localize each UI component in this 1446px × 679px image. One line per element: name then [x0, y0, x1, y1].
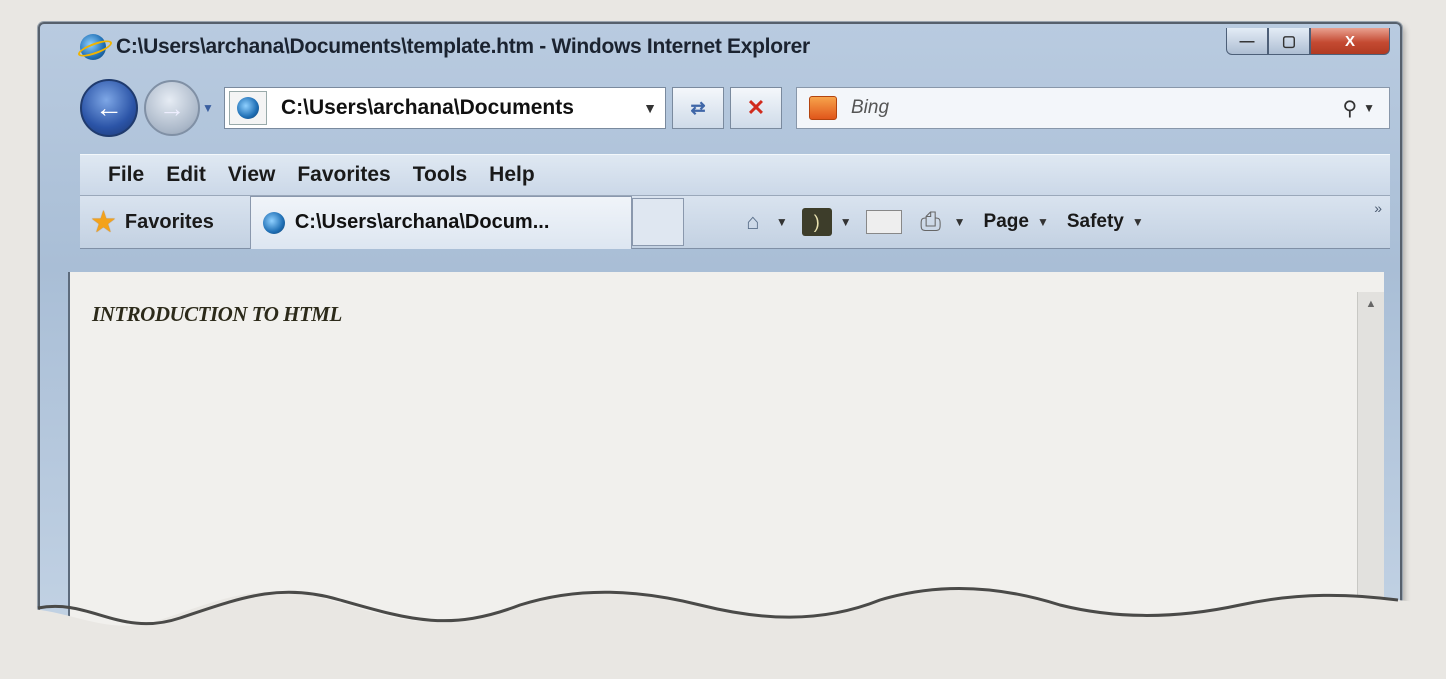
menu-tools[interactable]: Tools: [413, 163, 467, 187]
stop-button[interactable]: ✕: [730, 87, 782, 129]
more-chevron-icon[interactable]: »: [1374, 200, 1382, 216]
browser-window: C:\Users\archana\Documents\template.htm …: [38, 22, 1402, 636]
tab-current-page[interactable]: C:\Users\archana\Docum...: [249, 195, 632, 249]
page-menu-button[interactable]: Page: [984, 211, 1029, 233]
navigation-bar: ← → ▼ C:\Users\archana\Documents ▼ ⇄ ✕ B…: [80, 79, 1390, 137]
forward-button[interactable]: →: [144, 80, 200, 136]
tab-title: C:\Users\archana\Docum...: [294, 211, 550, 233]
menu-favorites[interactable]: Favorites: [297, 163, 390, 187]
favorites-button[interactable]: Favorites: [125, 211, 214, 234]
address-bar[interactable]: C:\Users\archana\Documents ▼: [224, 87, 666, 129]
search-icon[interactable]: ⚲: [1342, 96, 1357, 121]
menu-edit[interactable]: Edit: [166, 163, 206, 187]
feeds-dropdown-icon[interactable]: ▼: [840, 215, 852, 229]
page-icon: [229, 91, 267, 125]
search-input[interactable]: Bing: [851, 97, 1342, 119]
title-bar: C:\Users\archana\Documents\template.htm …: [40, 24, 1400, 70]
close-button[interactable]: X: [1310, 28, 1390, 55]
menu-file[interactable]: File: [108, 163, 144, 187]
refresh-button[interactable]: ⇄: [672, 87, 724, 129]
search-options-dropdown-icon[interactable]: ▼: [1363, 101, 1375, 115]
back-button[interactable]: ←: [80, 79, 138, 137]
internet-explorer-icon: [262, 211, 285, 234]
refresh-icon: ⇄: [690, 97, 706, 118]
minimize-button[interactable]: —: [1226, 28, 1268, 55]
search-box[interactable]: Bing ⚲ ▼: [796, 87, 1390, 129]
window-title: C:\Users\archana\Documents\template.htm …: [116, 35, 810, 58]
page-heading: INTRODUCTION TO HTML: [92, 302, 342, 326]
feeds-icon[interactable]: ): [801, 208, 832, 236]
torn-edge-decoration: [0, 586, 1446, 679]
back-arrow-icon: ←: [95, 92, 123, 123]
menu-help[interactable]: Help: [489, 163, 535, 187]
page-dropdown-icon[interactable]: ▼: [1037, 215, 1049, 229]
print-dropdown-icon[interactable]: ▼: [954, 215, 966, 229]
mail-icon[interactable]: [865, 210, 902, 234]
window-controls: — ▢ X: [1226, 28, 1390, 55]
internet-explorer-icon: [237, 97, 259, 119]
safety-dropdown-icon[interactable]: ▼: [1132, 215, 1144, 229]
home-dropdown-icon[interactable]: ▼: [776, 215, 788, 229]
favorites-star-icon[interactable]: ★: [90, 205, 117, 240]
menu-view[interactable]: View: [228, 163, 275, 187]
command-bar: ⌂ ▼ ) ▼ ⎙ ▼ Page ▼ Safety ▼: [724, 206, 1144, 236]
stop-icon: ✕: [746, 95, 766, 120]
new-tab-button[interactable]: [631, 198, 684, 246]
favorites-bar: ★ Favorites C:\Users\archana\Docum... ⌂ …: [80, 195, 1390, 249]
address-input[interactable]: C:\Users\archana\Documents: [281, 96, 635, 120]
recent-pages-dropdown[interactable]: ▼: [202, 101, 214, 115]
address-dropdown-icon[interactable]: ▼: [635, 100, 665, 116]
maximize-button[interactable]: ▢: [1268, 28, 1310, 55]
menu-bar: File Edit View Favorites Tools Help: [80, 154, 1390, 196]
scroll-up-icon[interactable]: ▲: [1358, 298, 1384, 310]
bing-icon: [809, 96, 837, 120]
forward-arrow-icon: →: [159, 92, 185, 123]
home-icon[interactable]: ⌂: [738, 208, 768, 236]
safety-menu-button[interactable]: Safety: [1067, 211, 1124, 233]
internet-explorer-icon: [80, 34, 106, 60]
print-icon[interactable]: ⎙: [916, 206, 946, 236]
